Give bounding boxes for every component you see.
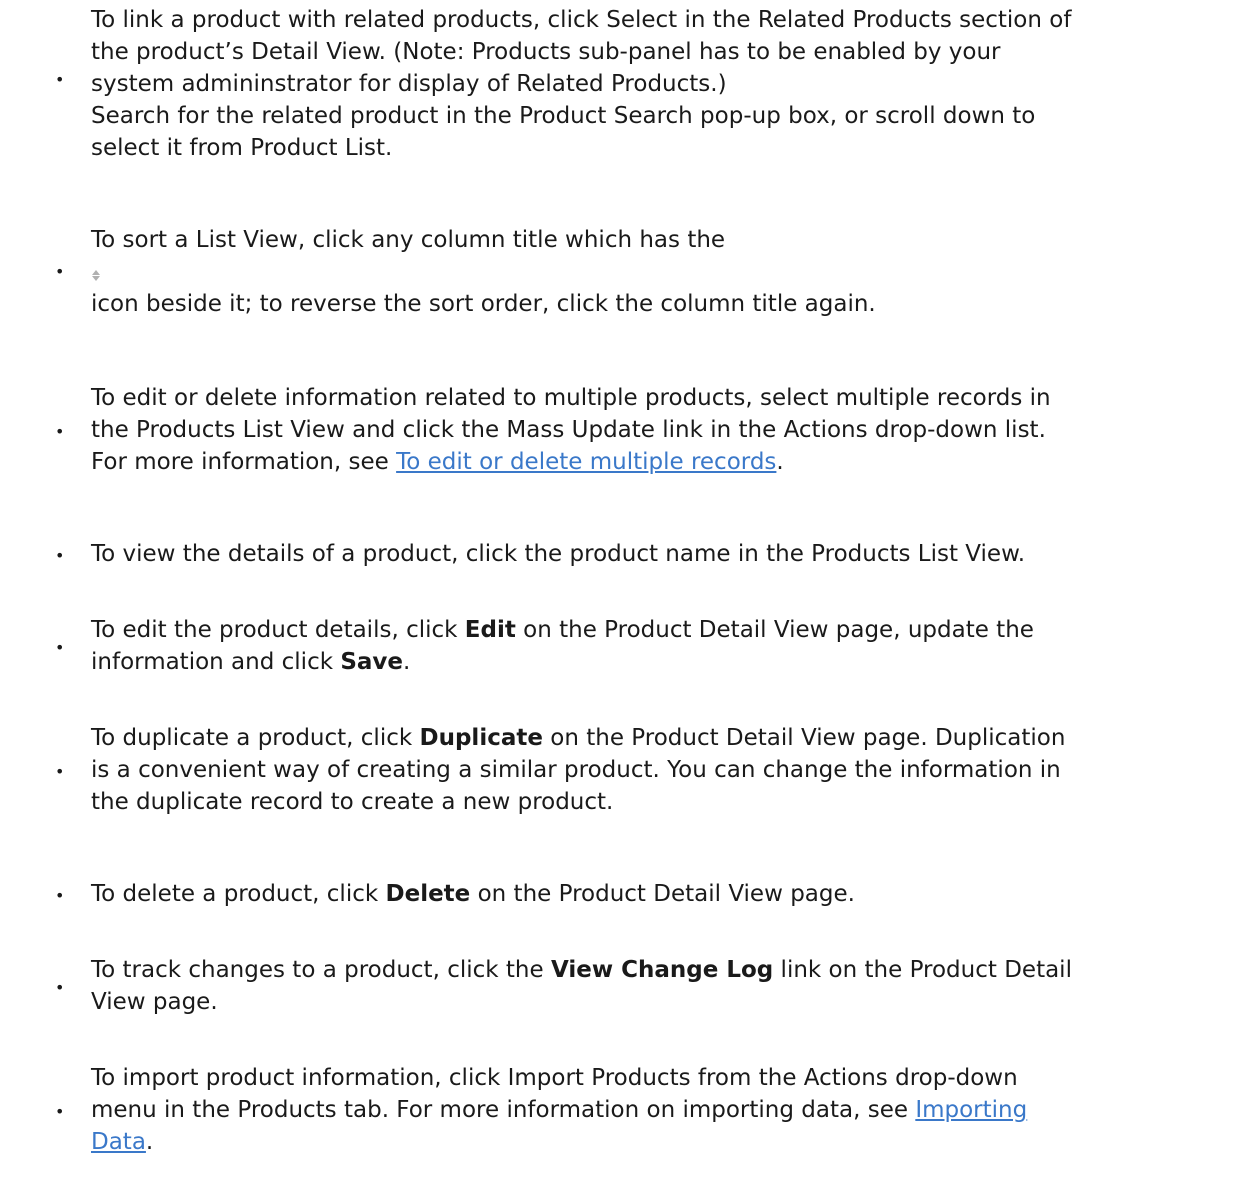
bullet: • xyxy=(55,886,65,905)
text-segment: . xyxy=(403,649,411,675)
text-line: To delete a product, click Delete on the… xyxy=(91,878,1251,910)
text-line: To import product information, click Imp… xyxy=(91,1065,1018,1091)
text-segment: . xyxy=(145,1129,154,1155)
text-segment: To delete a product, click xyxy=(91,881,386,907)
text-segment: To edit the product details, click xyxy=(91,617,465,643)
list-item-related-products: • To link a product with related product… xyxy=(55,4,1251,164)
text-line: To track changes to a product, click the… xyxy=(91,954,1251,986)
text-line: To duplicate a product, click Duplicate … xyxy=(91,722,1251,754)
text-segment: on the Product Detail View page, update … xyxy=(515,617,1034,643)
text-line: To view the details of a product, click … xyxy=(91,541,1026,567)
list-item-sort-list-view: • To sort a List View, click any column … xyxy=(55,224,1251,320)
link-edit-delete-multiple-records[interactable]: To edit or delete multiple records xyxy=(396,449,776,475)
text-segment: . xyxy=(776,449,784,475)
text-line: system admininstrator for display of Rel… xyxy=(91,71,727,97)
text-line: To sort a List View, click any column ti… xyxy=(91,227,726,253)
text-segment: on the Product Detail View page. xyxy=(470,881,855,907)
bullet: • xyxy=(55,262,65,281)
list-item-delete: • To delete a product, click Delete on t… xyxy=(55,878,1251,910)
text-segment: To duplicate a product, click xyxy=(91,725,420,751)
text-segment: For more information, see xyxy=(91,449,397,475)
text-line: is a convenient way of creating a simila… xyxy=(91,757,1061,783)
text-line: icon beside it; to reverse the sort orde… xyxy=(91,291,876,317)
bullet: • xyxy=(55,638,65,657)
text-line: Data. xyxy=(91,1126,1251,1158)
link-importing-data-continued[interactable]: Data xyxy=(91,1129,146,1155)
text-line: select it from Product List. xyxy=(91,135,393,161)
link-importing-data[interactable]: Importing xyxy=(915,1097,1027,1123)
bullet: • xyxy=(55,1102,65,1121)
text-segment: menu in the Products tab. For more infor… xyxy=(91,1097,916,1123)
list-item-mass-update: • To edit or delete information related … xyxy=(55,382,1251,478)
text-line: For more information, see To edit or del… xyxy=(91,446,1251,478)
text-line: Search for the related product in the Pr… xyxy=(91,103,1036,129)
list-item-duplicate: • To duplicate a product, click Duplicat… xyxy=(55,722,1251,818)
text-segment: To track changes to a product, click the xyxy=(91,957,551,983)
bullet: • xyxy=(55,546,65,565)
sort-icon xyxy=(91,270,101,282)
sort-icon-row xyxy=(91,256,1251,288)
text-line: View page. xyxy=(91,989,218,1015)
text-line: the product’s Detail View. (Note: Produc… xyxy=(91,39,1001,65)
text-line: To edit or delete information related to… xyxy=(91,385,1051,411)
text-line: To link a product with related products,… xyxy=(91,7,1072,33)
text-segment: on the Product Detail View page. Duplica… xyxy=(542,725,1066,751)
text-segment: information and click xyxy=(91,649,341,675)
bullet: • xyxy=(55,422,65,441)
bullet: • xyxy=(55,762,65,781)
text-line: the Products List View and click the Mas… xyxy=(91,417,1046,443)
list-item-edit-details: • To edit the product details, click Edi… xyxy=(55,614,1251,678)
bold-edit: Edit xyxy=(464,617,516,643)
text-line: To edit the product details, click Edit … xyxy=(91,614,1251,646)
text-line: the duplicate record to create a new pro… xyxy=(91,789,614,815)
text-line: menu in the Products tab. For more infor… xyxy=(91,1094,1251,1126)
list-item-view-details: • To view the details of a product, clic… xyxy=(55,538,1251,570)
list-item-change-log: • To track changes to a product, click t… xyxy=(55,954,1251,1018)
bold-duplicate: Duplicate xyxy=(419,725,543,751)
bold-save: Save xyxy=(340,649,404,675)
bullet: • xyxy=(55,70,65,89)
bold-delete: Delete xyxy=(385,881,471,907)
list-item-import: • To import product information, click I… xyxy=(55,1062,1251,1158)
text-segment: link on the Product Detail xyxy=(773,957,1072,983)
bullet: • xyxy=(55,978,65,997)
bold-view-change-log: View Change Log xyxy=(550,957,774,983)
text-line: information and click Save. xyxy=(91,646,1251,678)
